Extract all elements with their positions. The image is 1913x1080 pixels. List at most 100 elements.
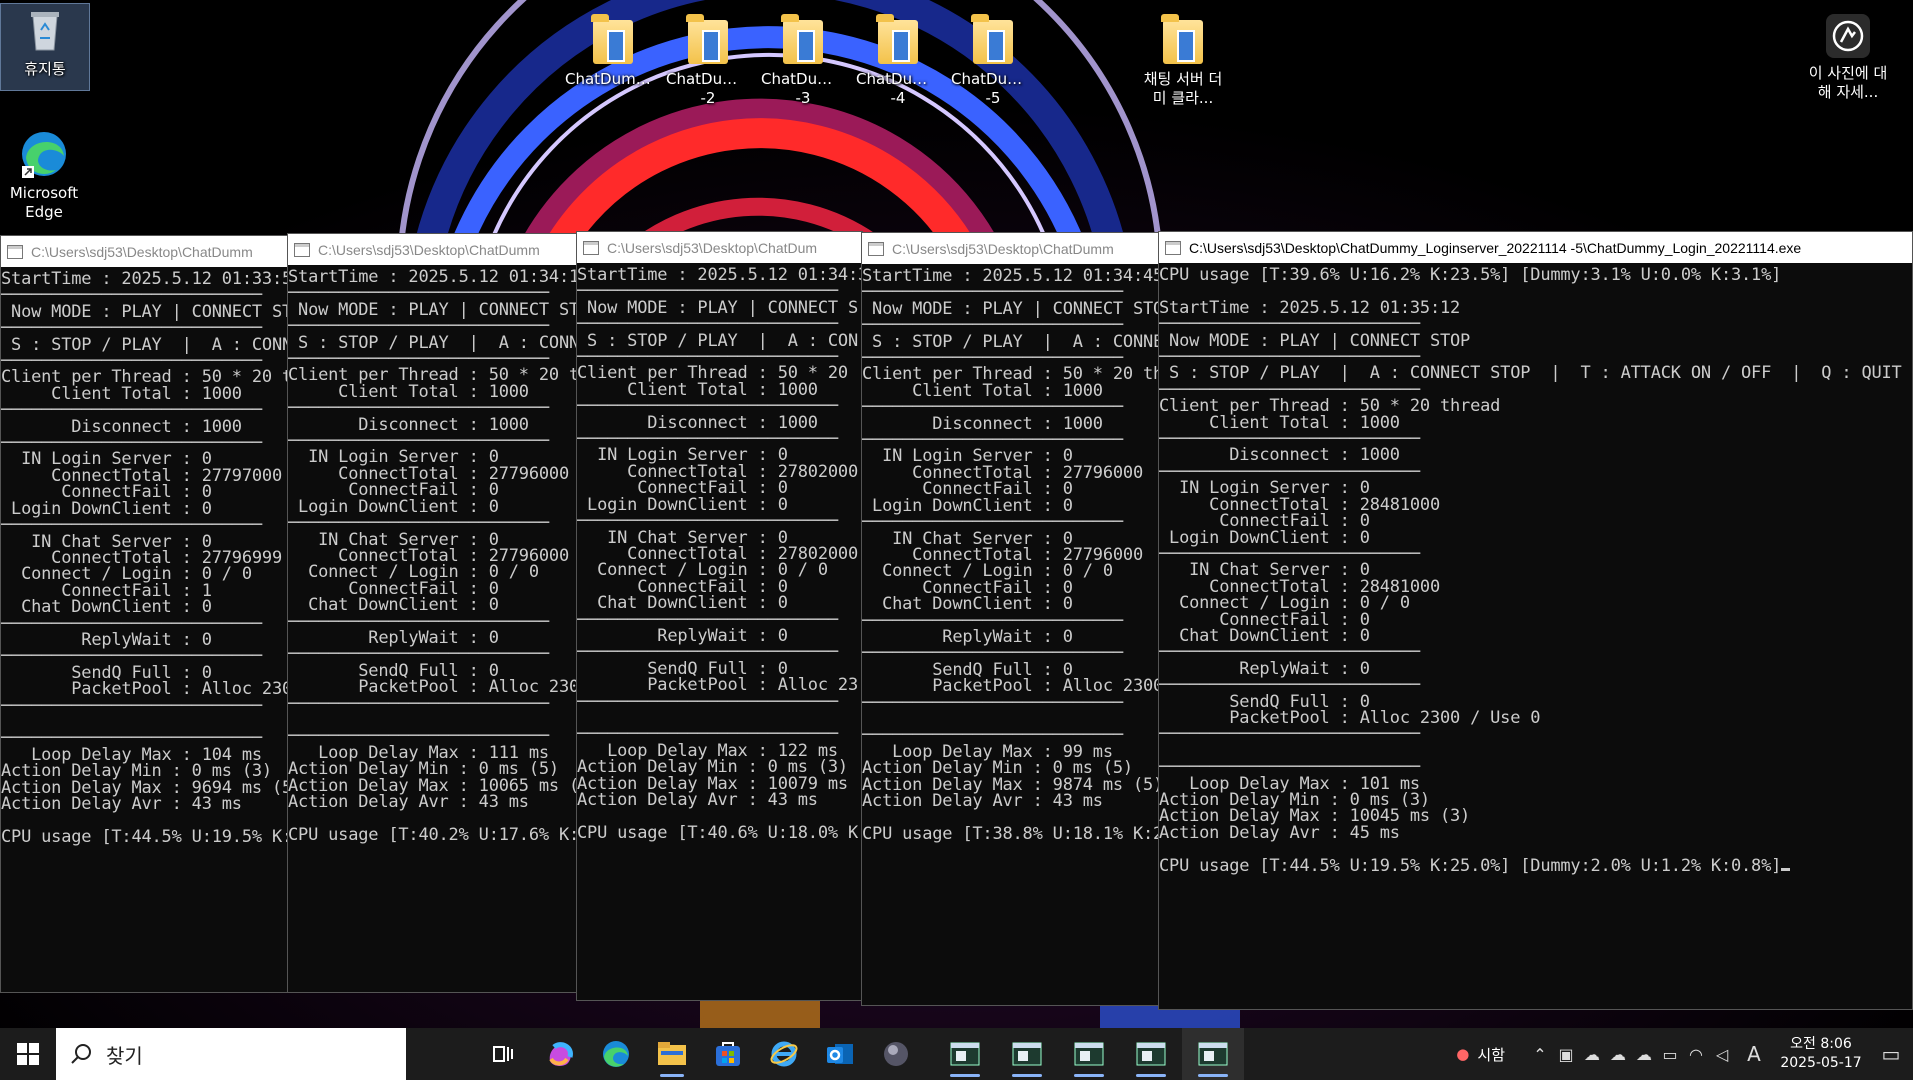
console-titlebar[interactable]: C:\Users\sdj53\Desktop\ChatDum [577,232,862,263]
task-view-icon [493,1046,513,1062]
desktop-icon-recycle-bin[interactable]: 휴지통 [0,3,90,91]
folder-icon [686,14,728,64]
desktop-icon-label: ChatDumm... -2 [666,70,750,107]
edge-icon [18,128,70,180]
desktop-icon-learn-about-picture[interactable]: 이 사진에 대해 자세... [1800,12,1896,102]
store-button[interactable] [700,1028,756,1080]
desktop-icon-label: ChatDumm... -4 [856,70,940,107]
console-titlebar[interactable]: C:\Users\sdj53\Desktop\ChatDumm [1,236,289,267]
folder-icon [1161,14,1203,64]
desktop-icon-folder-chat-server[interactable]: 채팅 서버 더미 클라... [1135,12,1231,108]
chevron-up-icon[interactable]: ⌃ [1527,1045,1553,1064]
edge-icon [603,1041,629,1067]
media-button[interactable] [868,1028,924,1080]
folder-icon [971,14,1013,64]
console-title: C:\Users\sdj53\Desktop\ChatDumm [318,241,540,258]
tray-label[interactable]: 시함 [1477,1044,1505,1065]
console-window-3[interactable]: C:\Users\sdj53\Desktop\ChatDum StartTime… [576,231,863,1001]
media-icon [884,1042,908,1066]
text-cursor [1781,867,1791,871]
clock[interactable]: 오전 8:06 2025-05-17 [1773,1035,1869,1073]
ime-indicator[interactable]: A [1741,1042,1767,1066]
learn-about-picture-icon [1824,12,1872,60]
outlook-icon [827,1044,853,1064]
console-text: CPU usage [T:39.6% U:16.2% K:23.5%] [Dum… [1159,265,1902,876]
desktop-icon-label: ChatDumm... -3 [761,70,845,107]
file-explorer-icon [658,1042,686,1065]
desktop-icon-folder-4[interactable]: ChatDumm... -4 [850,12,946,108]
console-icon [1165,240,1181,255]
console-taskbar-button-2[interactable] [996,1028,1058,1080]
camera-icon[interactable]: ▣ [1553,1045,1579,1064]
system-tray: ● 시함 ⌃ ▣ ☁ ☁ ☁ ▭ ◠ ◁ A 오전 8:06 2025-05-1… [1456,1028,1913,1080]
console-title: C:\Users\sdj53\Desktop\ChatDumm [31,243,253,260]
console-taskbar-button-4[interactable] [1120,1028,1182,1080]
console-window-1[interactable]: C:\Users\sdj53\Desktop\ChatDumm StartTim… [0,235,290,993]
console-taskbar-button-5[interactable] [1182,1028,1244,1080]
console-titlebar[interactable]: C:\Users\sdj53\Desktop\ChatDummy_Loginse… [1159,232,1912,263]
desktop-icon-folder-5[interactable]: ChatDumm... -5 [945,12,1041,108]
desktop-icon-label: ChatDumm... [565,70,661,88]
taskbar: 찾기 ● 시함 ⌃ ▣ ☁ ☁ ☁ ▭ ◠ ◁ A 오전 8:06 2025-0… [0,1028,1913,1080]
console-output: StartTime : 2025.5.12 01:34:3 ──────────… [577,265,863,843]
task-view-button[interactable] [476,1028,532,1080]
console-taskbar-button-3[interactable] [1058,1028,1120,1080]
recycle-bin-icon [19,4,71,56]
clock-date: 2025-05-17 [1780,1055,1862,1071]
copilot-icon [549,1042,573,1066]
console-icon [7,244,23,259]
console-title: C:\Users\sdj53\Desktop\ChatDum [607,239,818,256]
desktop-icon-label: ChatDumm... -5 [951,70,1035,107]
console-window-5[interactable]: C:\Users\sdj53\Desktop\ChatDummy_Loginse… [1158,231,1913,1010]
console-icon [583,240,599,255]
search-icon [71,1044,91,1064]
folder-icon [781,14,823,64]
internet-explorer-icon [770,1041,798,1067]
console-taskbar-button-1[interactable] [934,1028,996,1080]
internet-explorer-button[interactable] [756,1028,812,1080]
console-icon [950,1042,980,1066]
desktop-icon-folder-3[interactable]: ChatDumm... -3 [755,12,851,108]
battery-icon[interactable]: ▭ [1657,1045,1683,1064]
console-output: CPU usage [T:39.6% U:16.2% K:23.5%] [Dum… [1159,263,1912,876]
cloud-icon[interactable]: ☁ [1579,1045,1605,1064]
weather-icon[interactable]: ● [1456,1045,1469,1063]
console-window-2[interactable]: C:\Users\sdj53\Desktop\ChatDumm StartTim… [287,233,578,993]
console-icon [1012,1042,1042,1066]
console-output: StartTime : 2025.5.12 01:33:5 ──────────… [1,269,290,847]
console-title: C:\Users\sdj53\Desktop\ChatDumm [892,240,1114,257]
console-icon [868,241,884,256]
desktop-icon-label: 휴지통 [24,60,66,78]
console-output: StartTime : 2025.5.12 01:34:1 ──────────… [288,267,578,845]
folder-icon [876,14,918,64]
onedrive-icon[interactable]: ☁ [1631,1045,1657,1064]
folder-icon [591,14,633,64]
wifi-icon[interactable]: ◠ [1683,1045,1709,1064]
desktop-icon-edge[interactable]: Microsoft Edge [0,128,92,222]
desktop-icon-label: Microsoft Edge [9,184,79,221]
console-titlebar[interactable]: C:\Users\sdj53\Desktop\ChatDumm [288,234,577,265]
notification-icon[interactable]: ▭ [1869,1042,1913,1066]
desktop-icon-label: 채팅 서버 더미 클라... [1143,70,1223,107]
desktop-icon-folder-1[interactable]: ChatDumm... [565,12,661,89]
console-icon [1136,1042,1166,1066]
taskbar-search[interactable]: 찾기 [56,1028,406,1080]
search-placeholder: 찾기 [106,1043,143,1068]
desktop-icon-label: 이 사진에 대해 자세... [1808,64,1888,101]
desktop-icon-folder-2[interactable]: ChatDumm... -2 [660,12,756,108]
console-title: C:\Users\sdj53\Desktop\ChatDummy_Loginse… [1189,239,1802,256]
edge-taskbar-button[interactable] [588,1028,644,1080]
windows-icon [17,1043,39,1065]
file-explorer-button[interactable] [644,1028,700,1080]
console-titlebar[interactable]: C:\Users\sdj53\Desktop\ChatDumm [862,233,1160,264]
outlook-button[interactable] [812,1028,868,1080]
cloud-error-icon[interactable]: ☁ [1605,1045,1631,1064]
clock-time: 오전 8:06 [1790,1036,1852,1052]
store-icon [716,1042,740,1066]
start-button[interactable] [0,1028,56,1080]
console-window-4[interactable]: C:\Users\sdj53\Desktop\ChatDumm StartTim… [861,232,1161,1006]
copilot-button[interactable] [532,1028,588,1080]
volume-icon[interactable]: ◁ [1709,1045,1735,1064]
console-icon [294,242,310,257]
console-icon [1198,1042,1228,1066]
